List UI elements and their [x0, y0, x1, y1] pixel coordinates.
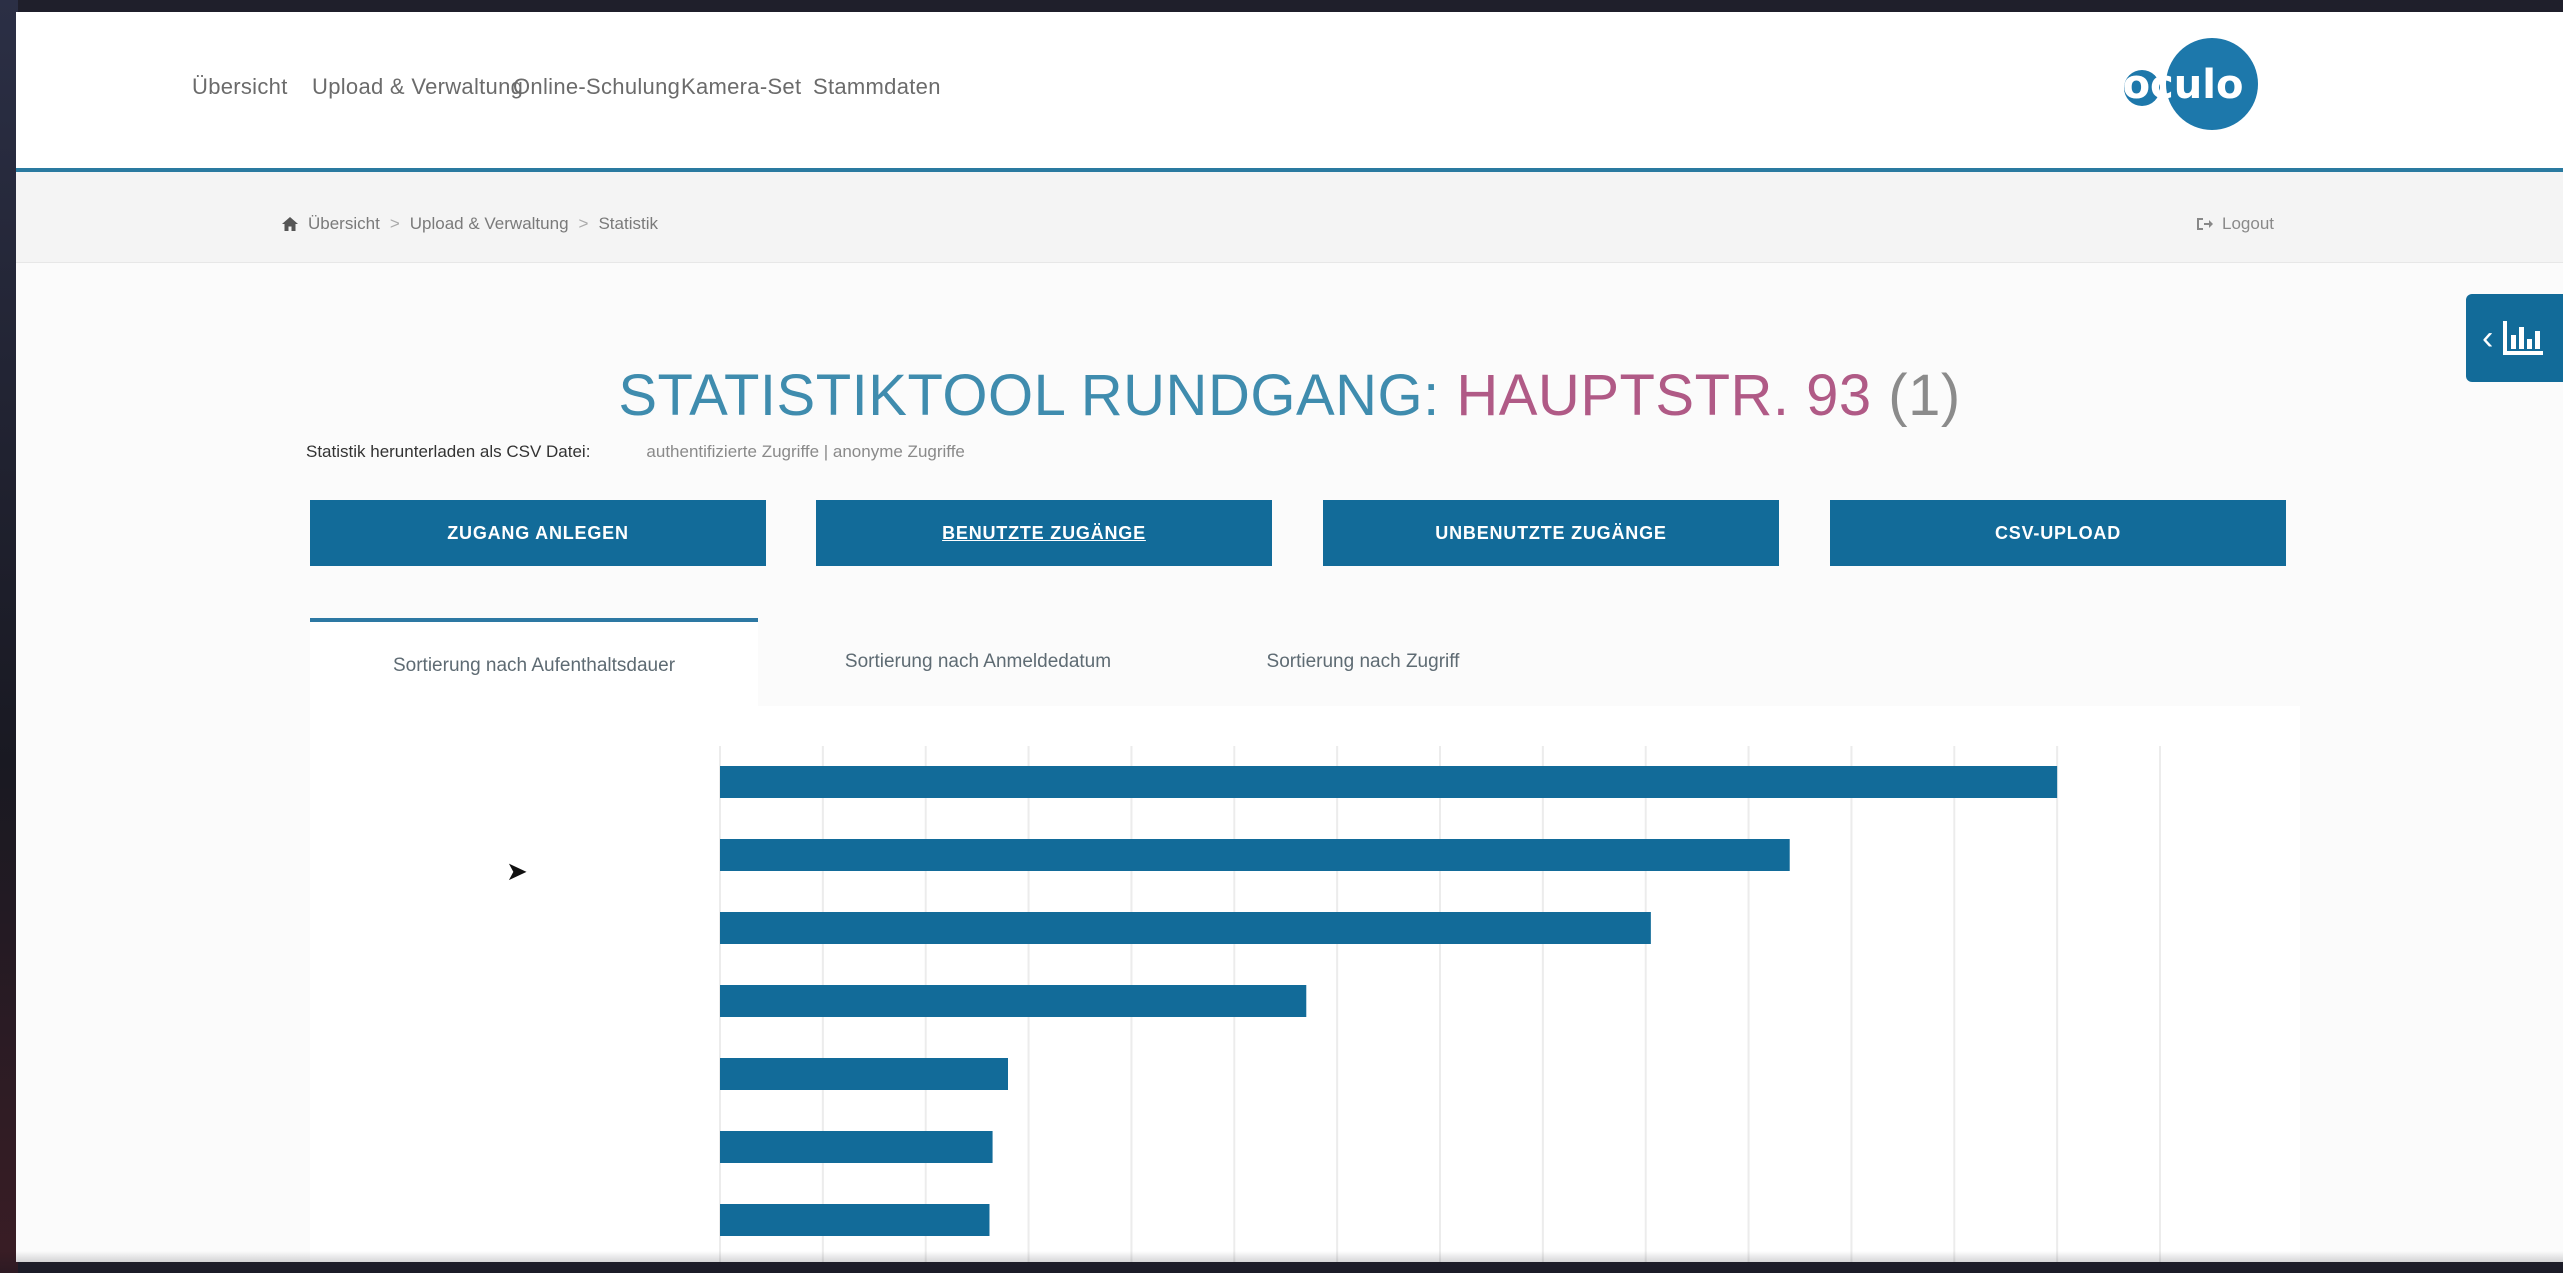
oculo-logo[interactable]: oculo — [2108, 34, 2258, 134]
breadcrumb-statistik: Statistik — [598, 214, 658, 233]
top-navigation: Übersicht Upload & Verwaltung Online-Sch… — [16, 12, 2563, 172]
chart-bar[interactable] — [720, 1131, 993, 1163]
title-prefix: STATISTIKTOOL RUNDGANG: — [618, 363, 1457, 428]
csv-download-label: Statistik herunterladen als CSV Datei: — [306, 442, 591, 461]
chart-bar[interactable] — [720, 1204, 990, 1236]
csv-upload-button[interactable]: CSV-UPLOAD — [1830, 500, 2286, 566]
sort-tabs: Sortierung nach Aufenthaltsdauer Sortier… — [310, 618, 2300, 710]
unbenutzte-zugaenge-button[interactable]: UNBENUTZTE ZUGÄNGE — [1323, 500, 1779, 566]
chart-bar[interactable] — [720, 985, 1307, 1017]
button-label: BENUTZTE ZUGÄNGE — [942, 522, 1146, 543]
chart-bar[interactable] — [720, 1058, 1008, 1090]
breadcrumb: Übersicht > Upload & Verwaltung > Statis… — [282, 214, 658, 234]
nav-item-kamera-set[interactable]: Kamera-Set — [681, 74, 801, 100]
page-title: STATISTIKTOOL RUNDGANG: HAUPTSTR. 93 (1) — [16, 362, 2563, 429]
nav-item-upload-verwaltung[interactable]: Upload & Verwaltung — [312, 74, 523, 100]
csv-download-links[interactable]: authentifizierte Zugriffe | anonyme Zugr… — [646, 442, 964, 462]
breadcrumb-uebersicht[interactable]: Übersicht — [308, 214, 380, 234]
title-suffix: (1) — [1871, 363, 1961, 428]
csv-download-line: Statistik herunterladen als CSV Datei: a… — [306, 442, 965, 462]
nav-item-online-schulung[interactable]: Online-Schulung — [513, 74, 680, 100]
breadcrumb-separator: > — [578, 214, 589, 233]
button-label: ZUGANG ANLEGEN — [447, 522, 629, 543]
video-vignette — [0, 1251, 2563, 1273]
chevron-left-icon: ‹ — [2482, 319, 2494, 357]
chart-panel — [310, 706, 2300, 1262]
tab-aufenthaltsdauer[interactable]: Sortierung nach Aufenthaltsdauer — [310, 618, 758, 710]
breadcrumb-upload-verwaltung[interactable]: Upload & Verwaltung — [410, 214, 569, 234]
home-icon[interactable] — [282, 217, 298, 231]
logo-text: oculo — [2123, 62, 2244, 108]
bar-chart — [719, 746, 2161, 1262]
breadcrumb-separator: > — [389, 214, 400, 233]
logout-link[interactable]: Logout — [2196, 214, 2274, 234]
button-label: CSV-UPLOAD — [1994, 522, 2121, 543]
nav-item-uebersicht[interactable]: Übersicht — [192, 74, 288, 100]
breadcrumb-bar: Übersicht > Upload & Verwaltung > Statis… — [16, 172, 2563, 263]
tab-zugriff[interactable]: Sortierung nach Zugriff — [1198, 618, 1528, 706]
logout-label: Logout — [2222, 214, 2274, 233]
page: Übersicht Upload & Verwaltung Online-Sch… — [16, 12, 2563, 1262]
mouse-cursor: ➤ — [506, 856, 528, 886]
bar-chart-icon — [2503, 321, 2544, 355]
benutzte-zugaenge-button[interactable]: BENUTZTE ZUGÄNGE — [816, 500, 1272, 566]
nav-item-stammdaten[interactable]: Stammdaten — [813, 74, 941, 100]
chart-bar[interactable] — [720, 766, 2058, 798]
title-address: HAUPTSTR. 93 — [1456, 363, 1872, 428]
zugang-anlegen-button[interactable]: ZUGANG ANLEGEN — [310, 500, 766, 566]
tab-anmeldedatum[interactable]: Sortierung nach Anmeldedatum — [758, 618, 1198, 706]
chart-bar[interactable] — [720, 839, 1790, 871]
logout-icon — [2197, 218, 2213, 230]
button-label: UNBENUTZTE ZUGÄNGE — [1435, 522, 1667, 543]
chart-bar[interactable] — [720, 912, 1651, 944]
